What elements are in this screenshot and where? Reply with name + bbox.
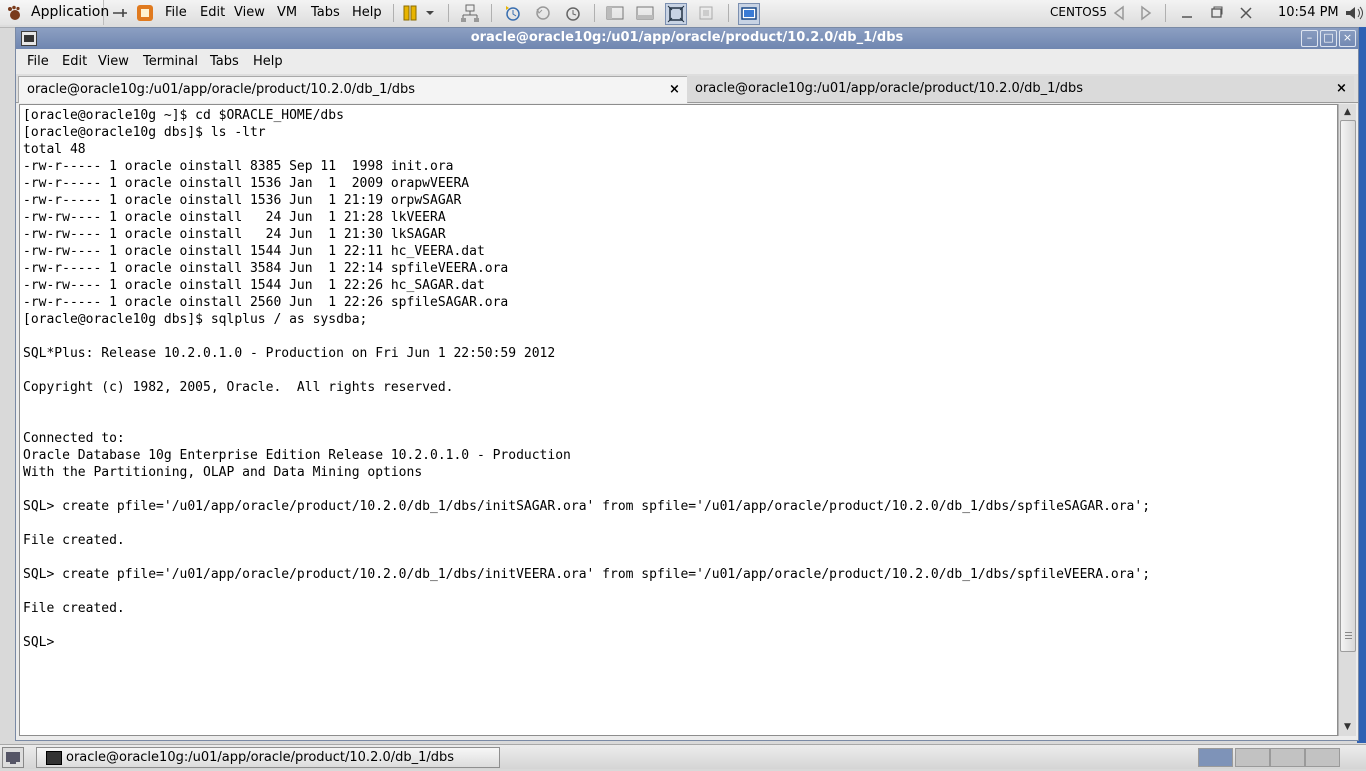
applications-menu[interactable]: Application	[0, 0, 109, 25]
terminal-line: -rw-rw---- 1 oracle oinstall 24 Jun 1 21…	[23, 210, 446, 225]
window-minimize-button[interactable]: –	[1301, 30, 1318, 47]
window-maximize-button[interactable]: □	[1320, 30, 1337, 47]
menu-view[interactable]: View	[98, 54, 129, 69]
tab-bar: oracle@oracle10g:/u01/app/oracle/product…	[16, 74, 1358, 103]
pause-icon[interactable]	[400, 3, 420, 23]
terminal-output[interactable]: [oracle@oracle10g ~]$ cd $ORACLE_HOME/db…	[19, 104, 1338, 736]
bottom-panel: oracle@oracle10g:/u01/app/oracle/product…	[0, 744, 1366, 769]
vertical-scrollbar[interactable]: ▲ ▼	[1338, 104, 1356, 736]
toolbar-divider	[728, 4, 729, 22]
workspace-1[interactable]	[1198, 748, 1233, 767]
workspace-4[interactable]	[1305, 748, 1340, 767]
terminal-window: oracle@oracle10g:/u01/app/oracle/product…	[15, 27, 1359, 741]
terminal-line: Connected to:	[23, 431, 125, 446]
clock[interactable]: 10:54 PM	[1278, 5, 1339, 20]
terminal-line: -rw-r----- 1 oracle oinstall 1536 Jan 1 …	[23, 176, 470, 191]
toolbar-divider	[448, 4, 449, 22]
toolbar-divider	[491, 4, 492, 22]
terminal-line: SQL>	[23, 635, 55, 650]
gnome-foot-icon	[8, 5, 20, 20]
terminal-line: Copyright (c) 1982, 2005, Oracle. All ri…	[23, 380, 454, 395]
terminal-line: SQL> create pfile='/u01/app/oracle/produ…	[23, 567, 1151, 582]
revert-snapshot-icon[interactable]	[533, 3, 553, 23]
thumb-grip	[1345, 635, 1352, 636]
thumb-grip	[1345, 638, 1352, 639]
menubar: File Edit View Terminal Tabs Help	[16, 50, 1358, 74]
taskbar-window-button[interactable]: oracle@oracle10g:/u01/app/oracle/product…	[36, 747, 500, 768]
pin-icon[interactable]	[110, 3, 130, 23]
tab-terminal-2[interactable]: oracle@oracle10g:/u01/app/oracle/product…	[687, 76, 1354, 102]
sidebar-view-icon[interactable]	[605, 3, 625, 23]
quick-switch-icon[interactable]	[635, 3, 655, 23]
unity-icon[interactable]	[696, 3, 716, 23]
tab-close-icon[interactable]: ×	[1336, 81, 1347, 96]
top-panel: Application File Edit View VM Tabs Help	[0, 0, 1366, 28]
menu-edit[interactable]: Edit	[62, 54, 87, 69]
arrow-left-icon[interactable]	[1110, 3, 1128, 23]
window-close-button[interactable]: ×	[1339, 30, 1356, 47]
show-desktop-button[interactable]	[2, 747, 24, 768]
scroll-down-arrow-icon[interactable]: ▼	[1339, 720, 1356, 734]
vm-menu-vm[interactable]: VM	[277, 5, 297, 20]
tab-label: oracle@oracle10g:/u01/app/oracle/product…	[695, 81, 1084, 96]
window-title: oracle@oracle10g:/u01/app/oracle/product…	[470, 30, 904, 45]
terminal-line: -rw-r----- 1 oracle oinstall 2560 Jun 1 …	[23, 295, 509, 310]
workspace-3[interactable]	[1270, 748, 1305, 767]
scroll-up-arrow-icon[interactable]: ▲	[1339, 105, 1356, 119]
vm-menu-help[interactable]: Help	[352, 5, 382, 20]
terminal-line: File created.	[23, 533, 125, 548]
fullscreen-icon[interactable]	[665, 3, 687, 25]
terminal-line: SQL*Plus: Release 10.2.0.1.0 - Productio…	[23, 346, 556, 361]
network-icon[interactable]	[460, 3, 480, 23]
close-icon[interactable]	[1237, 3, 1255, 23]
terminal-line: -rw-r----- 1 oracle oinstall 1536 Jun 1 …	[23, 193, 462, 208]
terminal-line: With the Partitioning, OLAP and Data Min…	[23, 465, 423, 480]
terminal-line: -rw-rw---- 1 oracle oinstall 1544 Jun 1 …	[23, 244, 485, 259]
terminal-line: -rw-rw---- 1 oracle oinstall 1544 Jun 1 …	[23, 278, 485, 293]
tab-close-icon[interactable]: ×	[669, 82, 680, 97]
menu-file[interactable]: File	[27, 54, 49, 69]
console-view-icon[interactable]	[738, 3, 760, 25]
vm-menu-file[interactable]: File	[165, 5, 187, 20]
vm-menu-edit[interactable]: Edit	[200, 5, 225, 20]
menu-terminal[interactable]: Terminal	[143, 54, 198, 69]
terminal-line: -rw-r----- 1 oracle oinstall 3584 Jun 1 …	[23, 261, 509, 276]
toolbar-divider	[594, 4, 595, 22]
toolbar-divider	[1165, 4, 1166, 22]
terminal-line: File created.	[23, 601, 125, 616]
arrow-right-icon[interactable]	[1137, 3, 1155, 23]
terminal-icon	[46, 751, 62, 765]
tab-label: oracle@oracle10g:/u01/app/oracle/product…	[27, 82, 416, 97]
terminal-line: [oracle@oracle10g ~]$ cd $ORACLE_HOME/db…	[23, 108, 344, 123]
terminal-line: Oracle Database 10g Enterprise Edition R…	[23, 448, 571, 463]
terminal-line: [oracle@oracle10g dbs]$ ls -ltr	[23, 125, 266, 140]
workspace-2[interactable]	[1235, 748, 1270, 767]
snapshot-icon[interactable]	[503, 3, 523, 23]
terminal-line: -rw-rw---- 1 oracle oinstall 24 Jun 1 21…	[23, 227, 446, 242]
thumb-grip	[1345, 632, 1352, 633]
restore-icon[interactable]	[1208, 3, 1226, 23]
terminal-line: [oracle@oracle10g dbs]$ sqlplus / as sys…	[23, 312, 368, 327]
toolbar-divider	[393, 4, 394, 22]
tab-terminal-1[interactable]: oracle@oracle10g:/u01/app/oracle/product…	[18, 76, 688, 103]
terminal-line: total 48	[23, 142, 86, 157]
vm-menu-view[interactable]: View	[234, 5, 265, 20]
vm-name-label: CENTOS5	[1050, 5, 1107, 19]
scrollbar-thumb[interactable]	[1340, 120, 1356, 652]
menu-tabs[interactable]: Tabs	[210, 54, 239, 69]
desktop-icon	[6, 752, 20, 764]
chevron-down-icon[interactable]	[423, 3, 437, 23]
terminal-line: -rw-r----- 1 oracle oinstall 8385 Sep 11…	[23, 159, 454, 174]
menu-help[interactable]: Help	[253, 54, 283, 69]
taskbar-window-label: oracle@oracle10g:/u01/app/oracle/product…	[66, 750, 455, 765]
terminal-line: SQL> create pfile='/u01/app/oracle/produ…	[23, 499, 1151, 514]
vm-app-icon[interactable]	[135, 3, 155, 23]
snapshot-manager-icon[interactable]	[563, 3, 583, 23]
window-titlebar[interactable]: oracle@oracle10g:/u01/app/oracle/product…	[16, 28, 1358, 49]
volume-icon[interactable]	[1343, 3, 1365, 23]
applications-label: Application	[31, 4, 110, 20]
minimize-icon[interactable]	[1178, 3, 1196, 23]
vm-menu-tabs[interactable]: Tabs	[311, 5, 340, 20]
